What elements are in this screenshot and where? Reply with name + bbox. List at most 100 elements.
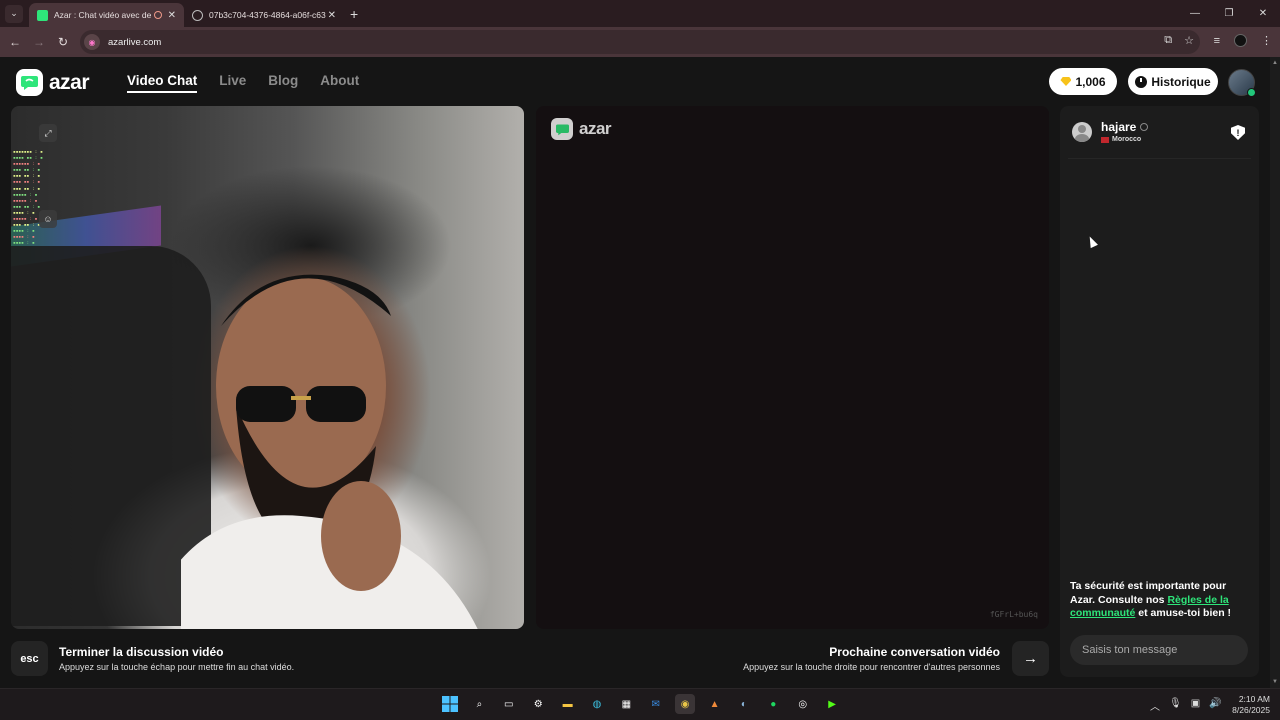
nav-blog[interactable]: Blog <box>268 73 298 93</box>
main-nav: Video Chat Live Blog About <box>127 73 359 93</box>
azar-logo[interactable]: azar <box>16 69 90 96</box>
peer-country-row: Morocco <box>1101 136 1148 143</box>
logo-text: azar <box>49 70 90 94</box>
next-chat-title: Prochaine conversation vidéo <box>829 645 1000 659</box>
azar-favicon-icon <box>37 9 48 21</box>
sticker-icon[interactable]: ☺ <box>39 210 57 228</box>
scroll-down-icon[interactable]: ▼ <box>1272 679 1278 685</box>
site-info-icon[interactable]: ◉ <box>84 34 100 50</box>
person-figure <box>181 274 478 629</box>
online-badge-icon <box>1247 88 1256 97</box>
clock-icon <box>1135 75 1148 88</box>
app-a-icon[interactable]: ▲ <box>705 694 725 714</box>
store-icon[interactable]: ▦ <box>616 694 636 714</box>
remote-video: azar fGFrL+bu6q <box>536 106 1049 629</box>
reload-icon[interactable]: ↻ <box>51 35 75 49</box>
new-tab-button[interactable]: + <box>350 6 358 22</box>
tab-title: Azar : Chat vidéo avec de n <box>54 10 154 20</box>
history-button[interactable]: Historique <box>1128 68 1218 95</box>
url-text: azarlive.com <box>108 36 162 48</box>
clock-date: 8/26/2025 <box>1232 705 1270 715</box>
morocco-flag-icon <box>1101 136 1109 143</box>
windows-start-icon[interactable] <box>440 694 460 714</box>
close-tab-icon[interactable]: ✕ <box>328 10 336 21</box>
next-chat-subtitle: Appuyez sur la touche droite pour rencon… <box>743 662 1000 672</box>
peer-info: hajare Morocco <box>1101 120 1149 143</box>
bookmark-star-icon[interactable]: ☆ <box>1184 34 1194 47</box>
back-icon[interactable]: ← <box>3 35 27 49</box>
recording-icon <box>153 11 162 19</box>
safety-notice: Ta sécurité est importante pour Azar. Co… <box>1070 580 1252 621</box>
page-scrollbar[interactable]: ▲ ▼ <box>1270 57 1280 688</box>
spotify-icon[interactable]: ● <box>763 694 783 714</box>
video-watermark: azar <box>551 118 612 140</box>
edge-browser-icon[interactable]: ◍ <box>587 694 607 714</box>
taskbar-apps: ⌕ ▭ ⚙ ▬ ◍ ▦ ✉ ◉ ▲ ◐ ● ◎ ▶ <box>440 694 842 714</box>
arrow-right-icon: → <box>1023 650 1038 667</box>
end-chat-subtitle: Appuyez sur la touche échap pour mettre … <box>59 662 295 672</box>
peer-name-row: hajare <box>1101 120 1149 134</box>
verified-icon <box>1140 123 1149 131</box>
nav-live[interactable]: Live <box>219 73 246 93</box>
end-chat-button[interactable]: esc <box>11 641 48 676</box>
task-view-icon[interactable]: ▭ <box>499 694 519 714</box>
stream-chat-overlay: ▪▪▪▪▪▪▪ : ▪ ▪▪▪▪ ▪▪ : ▪ ▪▪▪▪▪▪ : ▪ ▪▪▪ ▪▪ :… <box>13 150 43 247</box>
microphone-icon[interactable]: 🎙 <box>1169 698 1182 713</box>
file-explorer-icon[interactable]: ▬ <box>558 694 578 714</box>
search-icon[interactable]: ⌕ <box>469 694 489 714</box>
report-shield-icon[interactable]: ! <box>1231 125 1245 140</box>
close-tab-icon[interactable]: ✕ <box>168 10 176 21</box>
azar-page: azar Video Chat Live Blog About 1,006 Hi… <box>0 57 1270 688</box>
azar-logo-icon <box>16 69 43 96</box>
close-window-icon[interactable]: ✕ <box>1246 0 1280 27</box>
gem-icon <box>1060 77 1072 86</box>
panel-divider <box>1068 158 1251 159</box>
cast-icon[interactable]: ⧉ <box>1164 34 1172 47</box>
obs-icon[interactable]: ◎ <box>793 694 813 714</box>
gems-count: 1,006 <box>1075 74 1106 89</box>
profile-icon[interactable] <box>1234 34 1247 47</box>
nav-about[interactable]: About <box>320 73 359 93</box>
outlook-icon[interactable]: ✉ <box>646 694 666 714</box>
gems-button[interactable]: 1,006 <box>1049 68 1117 95</box>
next-chat-hint: Prochaine conversation vidéo Appuyez sur… <box>743 645 1000 672</box>
steam-icon[interactable]: ◐ <box>734 694 754 714</box>
user-avatar[interactable] <box>1228 69 1256 97</box>
restore-icon[interactable]: ❐ <box>1212 0 1246 27</box>
window-controls: — ❐ ✕ <box>1178 0 1280 27</box>
history-label: Historique <box>1151 74 1211 89</box>
watermark-text: azar <box>579 119 612 138</box>
nav-video-chat[interactable]: Video Chat <box>127 73 198 93</box>
menu-dots-icon[interactable]: ⋮ <box>1261 34 1272 47</box>
tab-azar[interactable]: Azar : Chat vidéo avec de n ✕ <box>29 3 184 27</box>
message-input[interactable] <box>1070 635 1248 665</box>
media-control-icon[interactable]: ≡ <box>1214 35 1220 47</box>
peer-profile[interactable]: hajare Morocco <box>1072 120 1149 143</box>
end-chat-hint: Terminer la discussion vidéo Appuyez sur… <box>59 645 294 672</box>
settings-gear-icon[interactable]: ⚙ <box>528 694 548 714</box>
chrome-icon[interactable]: ◉ <box>675 694 696 714</box>
forward-icon[interactable]: → <box>27 35 51 49</box>
end-chat-title: Terminer la discussion vidéo <box>59 645 224 659</box>
tab-second[interactable]: 07b3c704-4376-4864-a06f-c63 ✕ <box>184 3 344 27</box>
kick-app-icon[interactable]: ▶ <box>822 694 842 714</box>
network-icon[interactable]: ▣ <box>1191 698 1200 713</box>
session-code: fGFrL+bu6q <box>989 610 1038 619</box>
next-chat-button[interactable]: → <box>1012 641 1049 676</box>
watermark-logo-icon <box>551 118 573 140</box>
volume-icon[interactable]: 🔊 <box>1209 698 1221 713</box>
browser-tab-bar: ⌄ Azar : Chat vidéo avec de n ✕ 07b3c704… <box>0 0 1280 27</box>
scroll-up-icon[interactable]: ▲ <box>1272 60 1278 66</box>
tray-chevron-icon[interactable]: ︿ <box>1150 698 1160 713</box>
taskbar-clock[interactable]: 2:10 AM 8/26/2025 <box>1232 694 1270 716</box>
fullscreen-icon[interactable]: ⤢ <box>39 124 57 142</box>
local-video: ▪▪▪▪▪▪▪ : ▪ ▪▪▪▪ ▪▪ : ▪ ▪▪▪▪▪▪ : ▪ ▪▪▪ ▪▪ :… <box>11 106 524 629</box>
clock-time: 2:10 AM <box>1238 694 1270 704</box>
minimize-icon[interactable]: — <box>1178 0 1212 27</box>
safety-text-end: et amuse-toi bien ! <box>1135 607 1232 619</box>
peer-avatar-icon <box>1072 122 1092 142</box>
url-box[interactable]: ◉ azarlive.com ⧉ ☆ <box>80 30 1200 54</box>
tab-search-button[interactable]: ⌄ <box>5 4 23 23</box>
peer-name: hajare <box>1101 120 1137 134</box>
peer-country: Morocco <box>1112 136 1142 143</box>
